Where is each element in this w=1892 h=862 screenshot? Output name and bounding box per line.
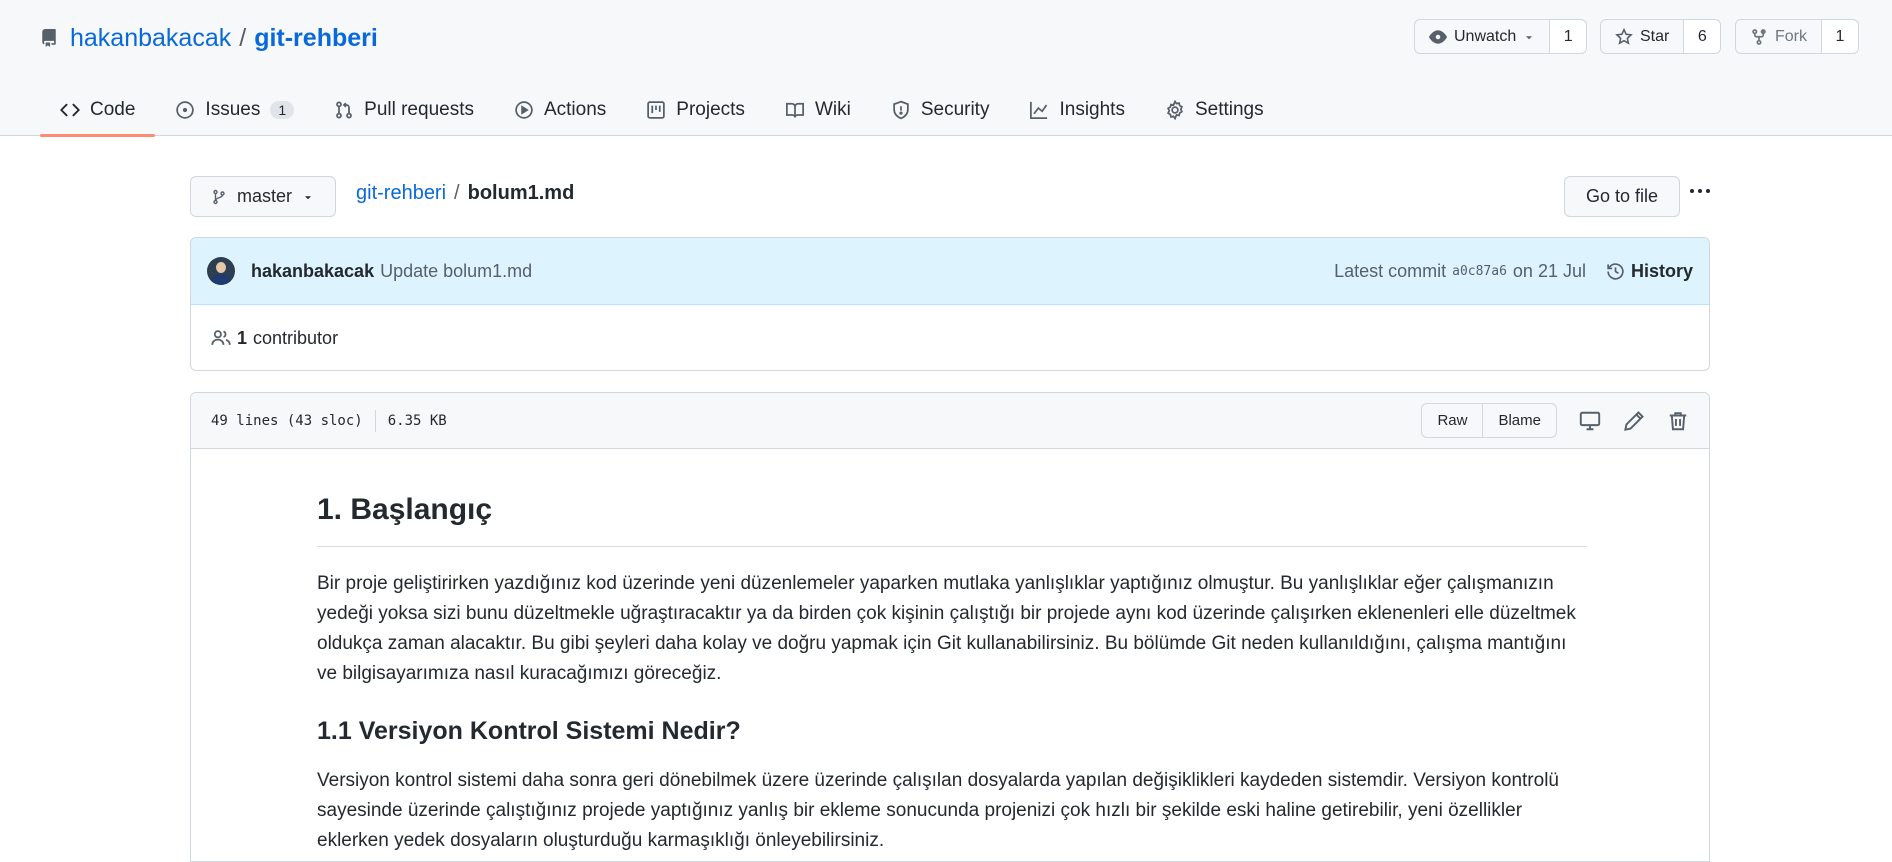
fork-count[interactable]: 1: [1822, 20, 1858, 53]
go-to-file-button[interactable]: Go to file: [1564, 176, 1680, 217]
book-icon: [785, 102, 804, 118]
fork-button[interactable]: Fork: [1736, 20, 1822, 53]
watch-group: Unwatch 1: [1414, 19, 1588, 54]
star-count[interactable]: 6: [1684, 20, 1721, 53]
shield-icon: [893, 100, 909, 120]
people-icon: [211, 330, 231, 345]
tab-wiki[interactable]: Wiki: [765, 84, 871, 136]
triangle-down-icon: [1526, 35, 1532, 39]
triangle-down-icon: [305, 195, 311, 199]
play-icon: [515, 101, 533, 119]
repo-title: hakanbakacak / git-rehberi: [40, 20, 378, 56]
file-size: 6.35 KB: [387, 412, 447, 429]
commit-author-link[interactable]: hakanbakacak: [251, 261, 374, 282]
raw-button[interactable]: Raw: [1422, 404, 1484, 437]
breadcrumb-repo-link[interactable]: git-rehberi: [356, 182, 446, 205]
content-heading-2: 1.1 Versiyon Kontrol Sistemi Nedir?: [317, 717, 741, 745]
tab-actions-label: Actions: [543, 99, 607, 120]
file-breadcrumb: git-rehberi / bolum1.md: [356, 178, 574, 208]
contributors-count: 1: [237, 327, 248, 348]
repo-owner-link[interactable]: hakanbakacak: [70, 24, 231, 53]
avatar[interactable]: [207, 257, 235, 285]
eye-icon: [1429, 29, 1447, 44]
contributors-label: contributor: [253, 327, 339, 348]
kebab-horizontal-icon[interactable]: [1688, 178, 1712, 204]
star-group: Star 6: [1600, 19, 1722, 54]
raw-blame-group: Raw Blame: [1421, 403, 1557, 438]
watch-count[interactable]: 1: [1550, 20, 1587, 53]
branch-select-button[interactable]: master: [190, 176, 336, 217]
history-label: History: [1630, 260, 1693, 281]
fork-label: Fork: [1775, 27, 1807, 45]
breadcrumb-file-name: bolum1.md: [467, 181, 575, 204]
git-pull-request-icon: [336, 101, 353, 119]
tab-issues-label: Issues: [205, 99, 261, 120]
fork-group: Fork 1: [1735, 19, 1859, 54]
repo-name-link[interactable]: git-rehberi: [254, 24, 378, 53]
file-info-divider: [374, 409, 376, 432]
content-heading-1: 1. Başlangıç: [317, 493, 1587, 547]
star-icon: [1615, 27, 1633, 45]
history-button[interactable]: History: [1606, 261, 1693, 282]
graph-icon: [1030, 101, 1048, 119]
issues-counter: 1: [270, 101, 295, 119]
unwatch-button[interactable]: Unwatch: [1415, 20, 1551, 53]
unwatch-label: Unwatch: [1454, 27, 1517, 45]
trash-icon[interactable]: [1667, 410, 1689, 432]
tab-projects[interactable]: Projects: [626, 84, 765, 136]
markdown-body: 1. Başlangıç Bir proje geliştirirken yaz…: [317, 493, 1587, 861]
file-header: 49 lines (43 sloc) 6.35 KB Raw Blame: [191, 393, 1709, 449]
tab-pull-requests-label: Pull requests: [364, 99, 474, 120]
tab-settings[interactable]: Settings: [1145, 84, 1284, 136]
tab-security-label: Security: [920, 99, 990, 120]
repo-icon: [42, 29, 56, 47]
repo-title-separator: /: [239, 23, 247, 52]
desktop-icon[interactable]: [1579, 410, 1601, 432]
file-viewer: 49 lines (43 sloc) 6.35 KB Raw Blame 1. …: [190, 392, 1710, 862]
latest-commit-bar: hakanbakacak Update bolum1.md Latest com…: [191, 238, 1709, 305]
tab-insights[interactable]: Insights: [1009, 84, 1144, 136]
project-icon: [647, 101, 666, 119]
git-branch-icon: [213, 189, 225, 204]
code-icon: [60, 103, 80, 117]
commit-date: on 21 Jul: [1512, 260, 1586, 281]
file-line-count: 49 lines (43 sloc): [211, 412, 363, 429]
blame-button[interactable]: Blame: [1483, 404, 1556, 437]
commit-message-link[interactable]: Update bolum1.md: [380, 261, 532, 282]
tab-settings-label: Settings: [1194, 99, 1264, 120]
branch-name: master: [237, 186, 293, 206]
tab-pull-requests[interactable]: Pull requests: [314, 84, 494, 136]
pencil-icon[interactable]: [1623, 410, 1645, 432]
star-label: Star: [1640, 27, 1670, 45]
commit-hash-link[interactable]: a0c87a6: [1452, 264, 1507, 279]
tab-security[interactable]: Security: [871, 84, 1010, 136]
content-paragraph-2: Versiyon kontrol sistemi daha sonra geri…: [317, 770, 1559, 851]
contributors-row[interactable]: 1 contributor: [191, 305, 1709, 370]
tab-insights-label: Insights: [1059, 99, 1125, 120]
issue-opened-icon: [176, 101, 195, 119]
tab-code[interactable]: Code: [40, 84, 156, 137]
breadcrumb-separator: /: [454, 181, 460, 204]
latest-commit-label: Latest commit: [1334, 260, 1447, 281]
tab-actions[interactable]: Actions: [494, 84, 626, 136]
content-paragraph-1: Bir proje geliştirirken yazdığınız kod ü…: [317, 573, 1576, 684]
repo-forked-icon: [1752, 28, 1766, 45]
tab-issues[interactable]: Issues 1: [155, 84, 314, 136]
repo-header: hakanbakacak / git-rehberi Unwatch 1 Sta…: [0, 0, 1892, 137]
history-icon: [1607, 262, 1624, 280]
star-button[interactable]: Star: [1601, 20, 1685, 53]
commit-box: hakanbakacak Update bolum1.md Latest com…: [190, 237, 1710, 371]
tab-code-label: Code: [90, 99, 136, 120]
gear-icon: [1166, 100, 1183, 120]
commit-meta: Latest commit a0c87a6 on 21 Jul History: [1334, 261, 1693, 282]
tab-wiki-label: Wiki: [814, 99, 851, 120]
repo-tabs: Code Issues 1 Pull requests Actions Proj…: [40, 84, 1284, 137]
tab-projects-label: Projects: [676, 99, 745, 120]
